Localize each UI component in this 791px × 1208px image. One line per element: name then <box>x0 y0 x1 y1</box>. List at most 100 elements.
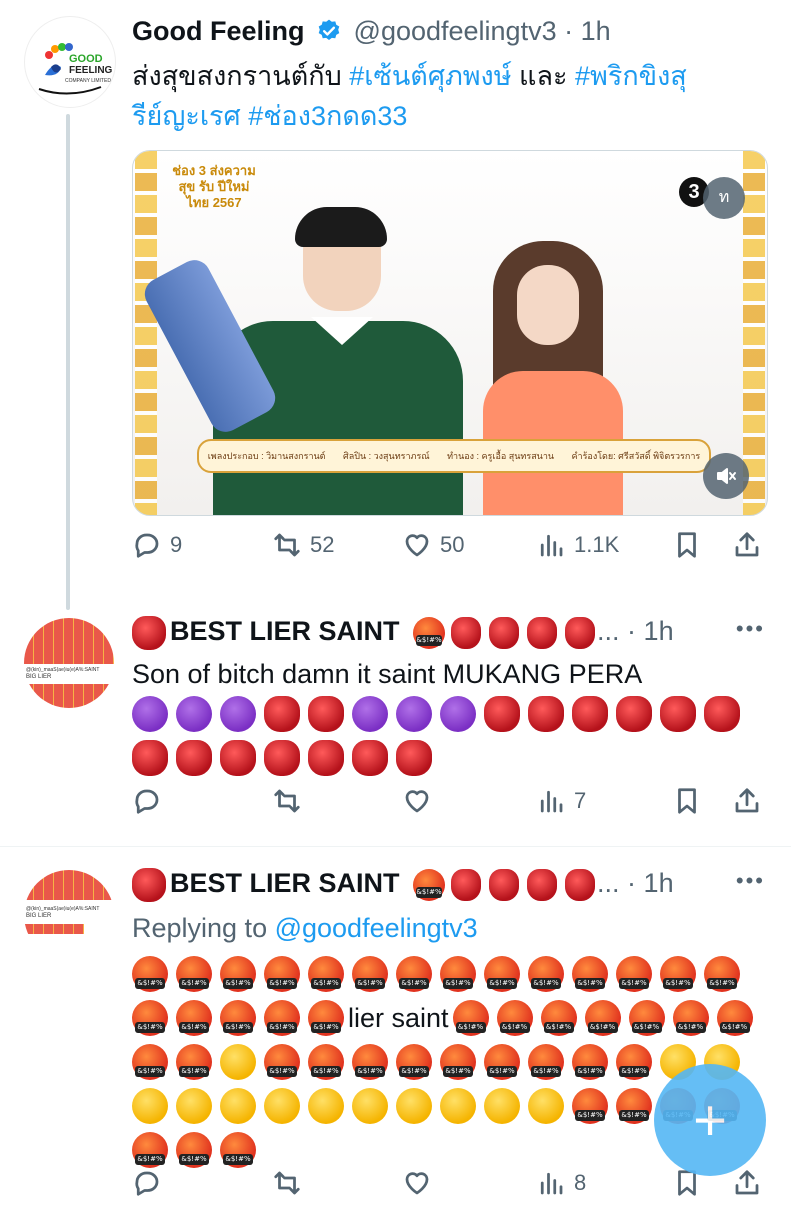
bookmark-button[interactable] <box>672 530 702 560</box>
cursing-emoji-icon <box>396 956 432 992</box>
cursing-emoji-icon <box>572 1088 608 1124</box>
reply-button[interactable]: 9 <box>132 530 182 560</box>
hashtag-link[interactable]: #ช่อง3กดด33 <box>248 101 407 131</box>
cursing-emoji-icon <box>528 956 564 992</box>
goblin-emoji-icon <box>451 616 482 649</box>
like-button[interactable]: 50 <box>402 530 464 560</box>
video-media[interactable]: ช่อง 3 ส่งความสุข รับ ปีใหม่ไทย 2567 3 ท… <box>132 150 768 516</box>
squinting-tongue-emoji-icon <box>220 1044 256 1080</box>
like-button[interactable] <box>402 786 432 816</box>
text-segment: ส่งสุขสงกรานต์กับ <box>132 61 350 91</box>
cursing-emoji-icon <box>176 1000 212 1036</box>
cursing-emoji-icon <box>572 1044 608 1080</box>
reply-icon <box>135 1171 159 1196</box>
mute-button[interactable] <box>703 453 749 499</box>
avatar[interactable]: @(kin)_maaS(ae)iu(e)A%:SAINT BIG LIER <box>24 870 114 960</box>
avatar[interactable]: GOOD FEELING COMPANY LIMITED <box>24 16 116 108</box>
text-segment: และ <box>511 61 575 91</box>
cursing-emoji-icon <box>220 956 256 992</box>
bookmark-icon <box>678 788 696 814</box>
devil-emoji-icon <box>440 696 476 732</box>
share-icon <box>735 1170 759 1195</box>
reply-button[interactable] <box>132 786 162 816</box>
mention-link[interactable]: @goodfeelingtv3 <box>275 913 478 943</box>
replying-to: Replying to @goodfeelingtv3 <box>132 908 762 948</box>
repost-button[interactable]: 52 <box>272 530 334 560</box>
views-chart-icon <box>540 790 563 813</box>
cursing-emoji-icon <box>176 1132 212 1168</box>
timestamp[interactable]: 1h <box>644 868 674 898</box>
goblin-emoji-icon <box>489 616 520 649</box>
devil-emoji-icon <box>132 696 168 732</box>
handle[interactable]: @goodfeelingtv3 <box>354 16 557 46</box>
views-button[interactable]: 1.1K <box>536 530 619 560</box>
timestamp[interactable]: 1h <box>581 16 611 46</box>
garland-right <box>743 151 765 515</box>
goblin-emoji-icon <box>308 740 344 776</box>
goblin-emoji-icon <box>616 696 652 732</box>
goblin-emoji-icon <box>565 616 596 649</box>
hashtag-link[interactable]: #เซ้นต์ศุภพงษ์ <box>349 61 511 91</box>
cursing-emoji-icon <box>672 1000 709 1036</box>
timestamp[interactable]: 1h <box>644 616 674 646</box>
program-banner: ช่อง 3 ส่งความสุข รับ ปีใหม่ไทย 2567 <box>172 163 256 210</box>
heart-icon <box>405 790 429 813</box>
cursing-emoji-icon <box>132 956 168 992</box>
cursing-emoji-icon <box>413 616 446 649</box>
bookmark-button[interactable] <box>672 786 702 816</box>
repost-button[interactable] <box>272 786 302 816</box>
cursing-emoji-icon <box>308 956 344 992</box>
cursing-emoji-icon <box>413 868 446 901</box>
cursing-emoji-icon <box>628 1000 665 1036</box>
ogre-emoji-icon <box>132 867 166 902</box>
goblin-emoji-icon <box>396 740 432 776</box>
more-options-button[interactable]: ••• <box>736 616 765 642</box>
cursing-emoji-icon <box>616 1088 652 1124</box>
cursing-emoji-icon <box>220 1132 256 1168</box>
goblin-emoji-icon <box>264 696 300 732</box>
views-button[interactable]: 7 <box>536 786 586 816</box>
rating-badge-icon[interactable]: ท <box>703 177 745 219</box>
views-chart-icon <box>540 1172 563 1195</box>
tongue-face-emoji-icon <box>308 1088 344 1124</box>
share-button[interactable] <box>732 1168 762 1198</box>
goblin-emoji-icon <box>220 740 256 776</box>
reply-icon <box>135 789 159 814</box>
cursing-emoji-icon <box>440 1044 476 1080</box>
more-options-button[interactable]: ••• <box>736 868 765 894</box>
cursing-emoji-icon <box>452 1000 489 1036</box>
reply-button[interactable] <box>132 1168 162 1198</box>
repost-icon <box>274 533 300 557</box>
compose-button[interactable]: + <box>654 1064 766 1176</box>
share-button[interactable] <box>732 530 762 560</box>
goblin-emoji-icon <box>264 740 300 776</box>
squinting-tongue-emoji-icon <box>132 1088 168 1124</box>
tweet-actions: 7 <box>132 786 766 826</box>
reply-tweet-1[interactable]: @(kin)_maaS(ae)iu(e)A%:SAINT BIG LIER BE… <box>0 600 791 846</box>
cursing-emoji-icon <box>352 956 388 992</box>
avatar-emoji-grid-bottom <box>24 684 114 708</box>
share-button[interactable] <box>732 786 762 816</box>
goblin-emoji-icon <box>308 696 344 732</box>
cursing-emoji-icon <box>496 1000 533 1036</box>
display-name[interactable]: BEST LIER SAINT <box>170 868 400 898</box>
views-button[interactable]: 8 <box>536 1168 586 1198</box>
goblin-emoji-icon <box>352 740 388 776</box>
tweet-header: BEST LIER SAINT ... · 1h <box>132 866 674 902</box>
like-button[interactable] <box>402 1168 432 1198</box>
tweet-good-feeling[interactable]: GOOD FEELING COMPANY LIMITED Good Feelin… <box>0 0 791 610</box>
cursing-emoji-icon <box>176 1044 212 1080</box>
handle-truncated[interactable]: ... <box>597 616 620 646</box>
avatar[interactable]: @(kin)_maaS(ae)iu(e)A%:SAINT BIG LIER <box>24 618 114 708</box>
devil-emoji-icon <box>396 696 432 732</box>
avatar-caption-2: BIG LIER <box>26 674 52 680</box>
cursing-emoji-icon <box>616 956 652 992</box>
display-name[interactable]: Good Feeling <box>132 16 305 46</box>
display-name[interactable]: BEST LIER SAINT <box>170 616 400 646</box>
tongue-face-emoji-icon <box>396 1088 432 1124</box>
handle-truncated[interactable]: ... <box>597 868 620 898</box>
repost-button[interactable] <box>272 1168 302 1198</box>
goblin-emoji-icon <box>489 868 520 901</box>
cursing-emoji-icon <box>308 1044 344 1080</box>
share-icon <box>735 788 759 813</box>
